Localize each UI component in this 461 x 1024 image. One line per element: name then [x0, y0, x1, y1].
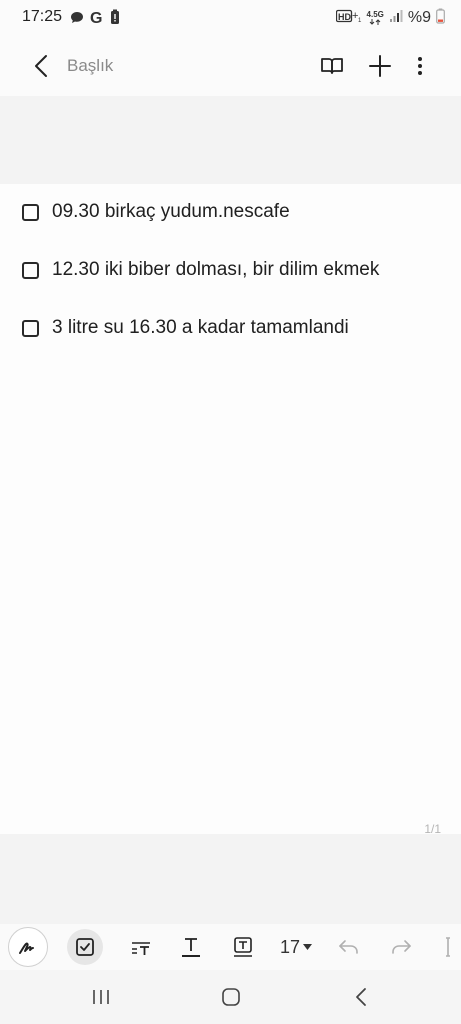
google-icon: G: [89, 9, 105, 30]
nav-back-button[interactable]: [344, 984, 378, 1010]
svg-text:HD: HD: [338, 12, 351, 22]
chat-icon: [70, 11, 84, 29]
caret-down-icon: [303, 944, 313, 950]
battery-alert-icon: [110, 9, 120, 30]
redo-icon: [392, 940, 411, 954]
reading-mode-button[interactable]: [316, 50, 348, 82]
book-icon: [321, 58, 343, 74]
recent-apps-icon: [93, 990, 109, 1004]
checkbox-tool-button[interactable]: [67, 929, 103, 965]
navigation-bar: [0, 970, 461, 1024]
status-bar: 17:25 G HD +1 4.5G %9: [0, 0, 461, 36]
checklist-item[interactable]: 09.30 birkaç yudum.nescafe: [22, 197, 290, 227]
more-options-button[interactable]: [404, 50, 436, 82]
underline-button[interactable]: [174, 928, 208, 966]
home-icon: [222, 988, 240, 1006]
plus-icon: [369, 55, 391, 77]
add-button[interactable]: [364, 50, 396, 82]
app-header: Başlık: [0, 36, 461, 96]
battery-percentage: %9: [407, 8, 431, 26]
recent-apps-button[interactable]: [84, 984, 118, 1010]
home-button[interactable]: [214, 984, 248, 1010]
screen: 17:25 G HD +1 4.5G %9 Başlık 09.30 birka…: [0, 0, 461, 1024]
chevron-left-icon: [35, 55, 47, 77]
checkbox[interactable]: [22, 319, 39, 337]
checklist-item-text[interactable]: 12.30 iki biber dolması, bir dilim ekmek: [52, 259, 379, 281]
more-vertical-icon: [418, 57, 422, 75]
cover-area[interactable]: [0, 96, 461, 184]
status-system-icons: HD +1 4.5G %9: [335, 8, 445, 27]
checkbox-icon: [76, 938, 94, 956]
font-size-value: 17: [279, 936, 301, 957]
back-button[interactable]: [26, 50, 56, 82]
svg-text:G: G: [90, 10, 102, 25]
svg-text:1: 1: [358, 18, 362, 23]
note-title[interactable]: Başlık: [67, 56, 113, 76]
text-style-icon: [132, 942, 150, 955]
undo-icon: [339, 940, 358, 954]
handwriting-button[interactable]: [8, 927, 48, 967]
undo-button[interactable]: [333, 928, 365, 966]
editor-toolbar: 17: [0, 924, 461, 970]
checklist-item-text[interactable]: 09.30 birkaç yudum.nescafe: [52, 201, 290, 223]
text-box-icon: [234, 937, 252, 957]
more-icon: [446, 937, 450, 957]
checklist-item[interactable]: 12.30 iki biber dolması, bir dilim ekmek: [22, 255, 379, 285]
checklist-item[interactable]: 3 litre su 16.30 a kadar tamamlandi: [22, 313, 349, 343]
status-notification-icons: G: [70, 9, 120, 30]
note-body[interactable]: 09.30 birkaç yudum.nescafe 12.30 iki bib…: [0, 184, 461, 834]
text-box-button[interactable]: [226, 928, 260, 966]
pen-icon: [19, 942, 34, 954]
underline-icon: [182, 938, 200, 957]
font-size-button[interactable]: 17: [276, 928, 316, 966]
text-style-button[interactable]: [124, 928, 158, 966]
checklist-item-text[interactable]: 3 litre su 16.30 a kadar tamamlandi: [52, 317, 349, 339]
checkbox[interactable]: [22, 203, 39, 221]
more-tools-button[interactable]: [438, 928, 458, 966]
battery-icon: [436, 8, 445, 27]
network-type: 4.5G: [367, 10, 384, 25]
page-margin-area: [0, 834, 461, 924]
signal-icon: [389, 9, 403, 26]
hd-voice-icon: HD +1: [335, 9, 362, 26]
status-time: 17:25: [22, 8, 63, 25]
redo-button[interactable]: [385, 928, 417, 966]
checkbox[interactable]: [22, 261, 39, 279]
back-icon: [356, 988, 366, 1006]
